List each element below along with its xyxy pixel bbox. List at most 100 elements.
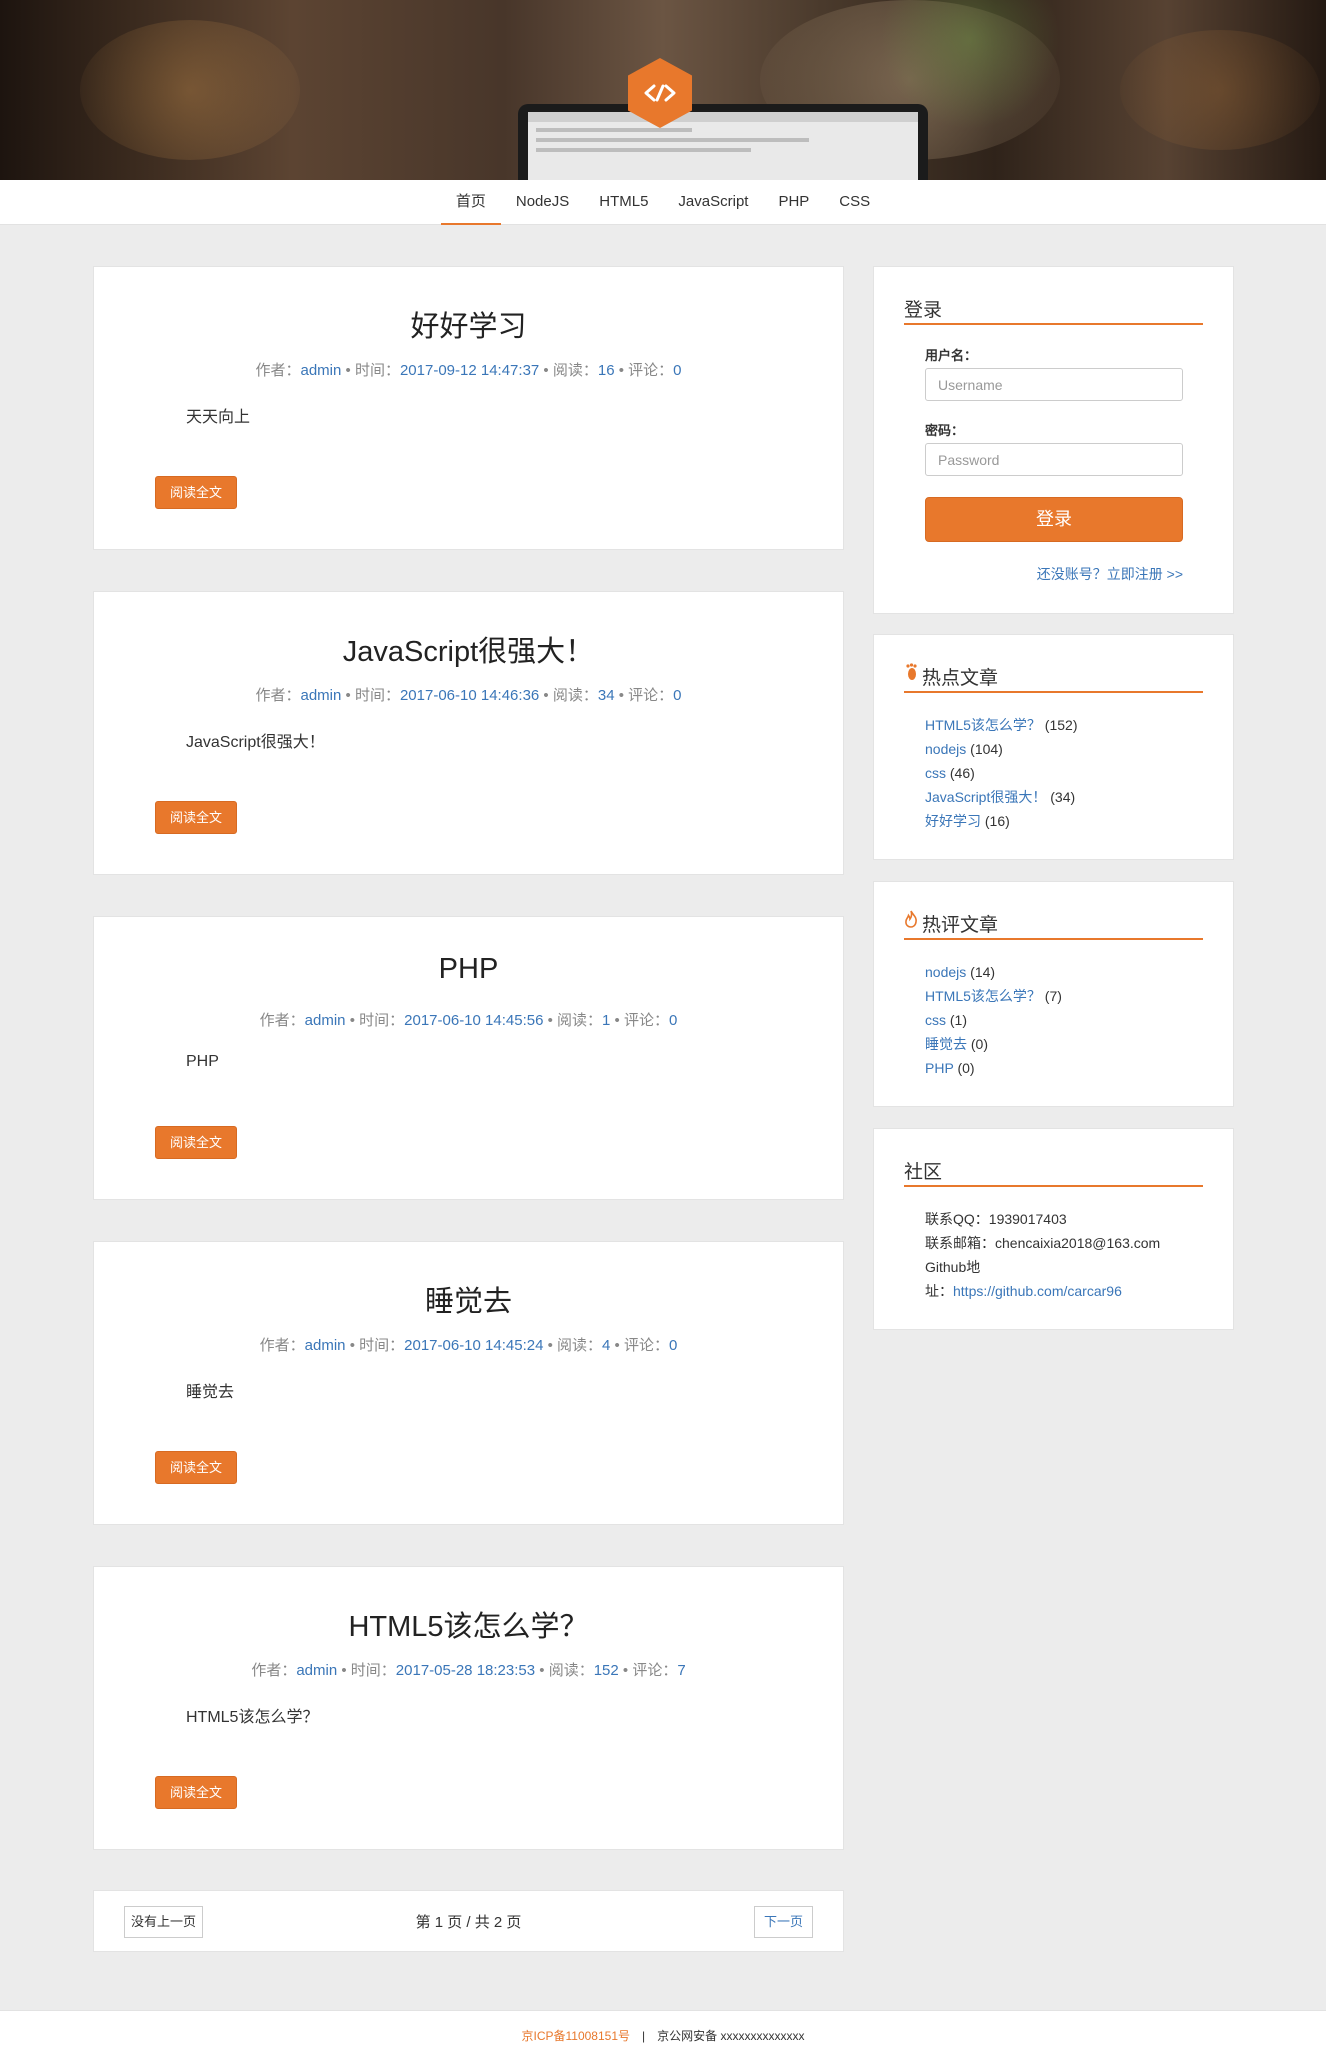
fire-icon (904, 910, 918, 934)
login-button[interactable]: 登录 (925, 497, 1183, 542)
post-excerpt: JavaScript很强大！ (186, 734, 325, 751)
post-author[interactable]: admin (301, 362, 342, 379)
community-info: 联系QQ：1939017403 联系邮箱：chencaixia2018@163.… (925, 1207, 1215, 1303)
post-comments: 0 (669, 1337, 678, 1354)
post-card: HTML5该怎么学？ 作者：admin • 时间：2017-05-28 18:2… (93, 1566, 844, 1850)
nav-items: 首页 NodeJS HTML5 JavaScript PHP CSS (440, 180, 885, 225)
login-panel: 登录 用户名： 密码： 登录 还没账号？立即注册 >> (873, 266, 1234, 614)
read-more-button[interactable]: 阅读全文 (155, 1126, 237, 1159)
username-input[interactable] (925, 368, 1183, 401)
footer: 京ICP备11008151号 | 京公网安备 xxxxxxxxxxxxxx (0, 2010, 1326, 2061)
read-more-button[interactable]: 阅读全文 (155, 476, 237, 509)
article-link[interactable]: HTML5该怎么学？ (925, 717, 1041, 733)
post-time: 2017-06-10 14:46:36 (399, 687, 540, 704)
main-nav: 首页 NodeJS HTML5 JavaScript PHP CSS (0, 180, 1326, 225)
article-link[interactable]: nodejs (925, 741, 966, 757)
list-item: 好好学习 (16) (925, 813, 1010, 829)
post-author[interactable]: admin (305, 1337, 346, 1354)
article-link[interactable]: 睡觉去 (925, 1036, 967, 1052)
article-link[interactable]: css (925, 765, 946, 781)
hot-articles-title: 热点文章 (904, 663, 1203, 693)
password-input[interactable] (925, 443, 1183, 476)
banner-laptop-image (518, 104, 928, 180)
register-link[interactable]: 还没账号？立即注册 >> (1037, 564, 1183, 584)
article-link[interactable]: 好好学习 (925, 813, 981, 829)
nav-item-home[interactable]: 首页 (440, 180, 501, 225)
post-comments: 0 (669, 1012, 678, 1029)
post-views: 34 (597, 687, 615, 704)
hot-articles-panel: 热点文章 HTML5该怎么学？ (152) nodejs (104) css (… (873, 634, 1234, 860)
post-views: 16 (597, 362, 615, 379)
nav-item-html5[interactable]: HTML5 (584, 180, 663, 225)
post-meta: 作者：admin • 时间：2017-05-28 18:23:53 • 阅读：1… (251, 1662, 686, 1679)
pagination: 没有上一页 第 1 页 / 共 2 页 下一页 (93, 1890, 844, 1952)
nav-item-css[interactable]: CSS (824, 180, 885, 225)
post-title[interactable]: JavaScript很强大！ (94, 628, 843, 670)
banner-bokeh (1120, 30, 1320, 150)
article-link[interactable]: css (925, 1012, 946, 1028)
contact-qq: 联系QQ：1939017403 (925, 1211, 1067, 1227)
post-title[interactable]: 好好学习 (94, 303, 843, 345)
list-item: css (46) (925, 765, 975, 781)
read-more-button[interactable]: 阅读全文 (155, 801, 237, 834)
icp-link[interactable]: 京ICP备11008151号 (522, 2029, 631, 2043)
post-time: 2017-06-10 14:45:24 (404, 1337, 544, 1354)
list-item: nodejs (14) (925, 964, 996, 980)
community-panel: 社区 联系QQ：1939017403 联系邮箱：chencaixia2018@1… (873, 1128, 1234, 1330)
post-meta: 作者：admin • 时间：2017-09-12 14:47:37 • 阅读：1… (255, 362, 682, 379)
nav-item-php[interactable]: PHP (763, 180, 824, 225)
post-time: 2017-06-10 14:45:56 (404, 1012, 544, 1029)
police-record: 京公网安备 xxxxxxxxxxxxxx (657, 2029, 805, 2043)
list-item: 睡觉去 (0) (925, 1036, 989, 1052)
post-views: 152 (593, 1662, 619, 1679)
post-card: PHP 作者：admin • 时间：2017-06-10 14:45:56 • … (93, 916, 844, 1200)
post-card: 好好学习 作者：admin • 时间：2017-09-12 14:47:37 •… (93, 266, 844, 550)
post-meta: 作者：admin • 时间：2017-06-10 14:45:56 • 阅读：1… (259, 1012, 678, 1029)
post-meta: 作者：admin • 时间：2017-06-10 14:46:36 • 阅读：3… (255, 687, 682, 704)
list-item: css (1) (925, 1012, 968, 1028)
read-more-button[interactable]: 阅读全文 (155, 1451, 237, 1484)
hot-comments-panel: 热评文章 nodejs (14) HTML5该怎么学？ (7) css (1) … (873, 881, 1234, 1107)
post-title[interactable]: PHP (94, 953, 843, 986)
post-author[interactable]: admin (296, 1662, 337, 1679)
nav-item-nodejs[interactable]: NodeJS (501, 180, 584, 225)
contact-email: 联系邮箱：chencaixia2018@163.com (925, 1235, 1161, 1251)
article-link[interactable]: HTML5该怎么学？ (925, 988, 1041, 1004)
post-title[interactable]: HTML5该怎么学？ (94, 1603, 843, 1645)
post-comments: 0 (673, 687, 682, 704)
nav-item-javascript[interactable]: JavaScript (663, 180, 763, 225)
list-item: PHP (0) (925, 1060, 975, 1076)
password-label: 密码： (925, 423, 965, 438)
banner-bokeh (80, 20, 300, 160)
post-comments: 0 (673, 362, 682, 379)
post-meta: 作者：admin • 时间：2017-06-10 14:45:24 • 阅读：4… (259, 1337, 678, 1354)
post-excerpt: HTML5该怎么学？ (186, 1709, 319, 1726)
hot-articles-list: HTML5该怎么学？ (152) nodejs (104) css (46) J… (925, 713, 1077, 833)
github-link[interactable]: https://github.com/carcar96 (953, 1283, 1122, 1299)
login-panel-title: 登录 (904, 295, 1203, 325)
page-indicator: 第 1 页 / 共 2 页 (415, 1914, 522, 1931)
code-icon (644, 84, 676, 102)
username-label: 用户名： (925, 348, 978, 363)
list-item: HTML5该怎么学？ (7) (925, 988, 1062, 1004)
post-card: 睡觉去 作者：admin • 时间：2017-06-10 14:45:24 • … (93, 1241, 844, 1525)
post-time: 2017-09-12 14:47:37 (399, 362, 540, 379)
post-title[interactable]: 睡觉去 (94, 1278, 843, 1320)
post-excerpt: PHP (186, 1053, 219, 1070)
community-title: 社区 (904, 1157, 1203, 1187)
post-card: JavaScript很强大！ 作者：admin • 时间：2017-06-10 … (93, 591, 844, 875)
list-item: nodejs (104) (925, 741, 1003, 757)
post-time: 2017-05-28 18:23:53 (395, 1662, 536, 1679)
header-banner (0, 0, 1326, 180)
read-more-button[interactable]: 阅读全文 (155, 1776, 237, 1809)
hot-comments-list: nodejs (14) HTML5该怎么学？ (7) css (1) 睡觉去 (… (925, 960, 1062, 1080)
post-author[interactable]: admin (301, 687, 342, 704)
article-link[interactable]: JavaScript很强大！ (925, 789, 1046, 805)
post-excerpt: 天天向上 (186, 409, 251, 426)
next-page-button[interactable]: 下一页 (753, 1906, 813, 1938)
article-link[interactable]: nodejs (925, 964, 966, 980)
article-link[interactable]: PHP (925, 1060, 954, 1076)
hot-comments-title: 热评文章 (904, 910, 1203, 940)
post-author[interactable]: admin (305, 1012, 346, 1029)
github-label: Github地 (925, 1259, 981, 1275)
